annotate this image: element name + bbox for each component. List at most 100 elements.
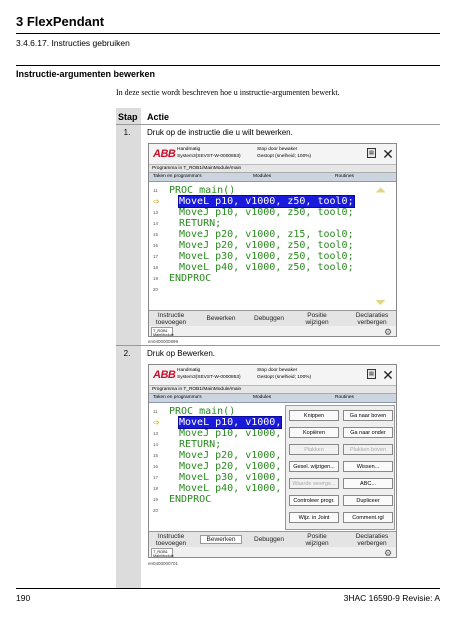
code-line-selected[interactable]: MoveL p10, v1000, z50, tool0; [178,195,355,208]
mode-label: Handmatig [177,368,201,373]
code-line[interactable]: MoveL p30, v1000, [179,472,281,483]
code-line[interactable]: MoveJ p20, v1000, [179,450,281,461]
code-editor: 11 ➩ 13 14 15 16 17 18 19 20 PROC main()… [149,183,396,317]
close-icon[interactable]: ✕ [380,146,396,162]
abc-button[interactable]: ABC... [343,478,393,489]
task-tab[interactable]: T_ROB1 MainModule [151,327,174,336]
program-pointer-icon: ➩ [153,197,160,206]
add-instruction-button[interactable]: Instructie toevoegen [151,533,191,547]
gear-icon[interactable]: ⚙ [381,327,395,336]
gear-icon[interactable]: ⚙ [381,548,395,557]
code-line[interactable]: RETURN; [179,439,221,450]
cut-button[interactable]: Knippen [289,410,339,421]
check-program-button[interactable]: Controleer progr. [289,495,339,506]
code-line[interactable]: MoveJ p10, v1000, [179,428,281,439]
program-path: Programma in T_ROB1/MainModule/main [149,165,396,173]
section-intro: In deze sectie wordt beschreven hoe u in… [116,88,340,97]
header-rule [16,33,440,34]
code-line[interactable]: RETURN; [179,218,221,229]
code-line[interactable]: PROC main() [169,406,235,417]
duplicate-button[interactable]: Dupliceer [343,495,393,506]
quickset-icon[interactable]: ▤ [367,148,376,158]
delete-button[interactable]: Wissen... [343,461,393,472]
system-label: System3(SEVST-W-0000853) [177,375,241,380]
abb-logo: ABB [153,369,176,381]
code-line[interactable]: ENDPROC [169,273,211,284]
line-number: 19 [153,497,159,502]
go-to-top-button[interactable]: Ga naar boven [343,410,393,421]
code-line[interactable]: MoveJ p20, v1000, z50, tool0; [179,240,354,251]
command-bar: Instructie toevoegen Bewerken Debuggen P… [149,531,396,547]
line-number: 14 [153,221,159,226]
change-selected-button[interactable]: Gesel. wijzigen... [289,461,339,472]
code-line[interactable]: MoveJ p10, v1000, z50, tool0; [179,207,354,218]
line-number: 11 [153,409,158,414]
line-number: 14 [153,442,159,447]
code-line[interactable]: ENDPROC [169,494,211,505]
line-number: 16 [153,243,159,248]
paste-button[interactable]: Plakken [289,444,339,455]
scroll-down-icon[interactable]: ⏷ [375,295,386,309]
menu-routines[interactable]: Routines [335,395,354,400]
copy-button[interactable]: Kopiëren [289,427,339,438]
menu-tasks[interactable]: Taken en programma's [153,174,202,179]
change-to-joint-button[interactable]: Wijz. in Joint [289,512,339,523]
modify-position-button[interactable]: Positie wijzigen [297,533,337,547]
code-line[interactable]: MoveJ p20, v1000, z15, tool0; [179,229,354,240]
chapter-title: 3 FlexPendant [16,14,105,29]
step-text: Druk op Bewerken. [147,349,216,358]
task-tab[interactable]: T_ROB1 MainModule [151,548,174,557]
state-label: Stop door bewaker [257,147,298,152]
menu-modules[interactable]: Modules [253,174,271,179]
line-number: 11 [153,188,158,193]
comment-line-button[interactable]: Comment.rgl [343,512,393,523]
program-pointer-icon: ➩ [153,418,160,427]
section-rule [16,65,440,66]
line-number: 20 [153,508,159,513]
hide-declarations-button[interactable]: Declaraties verbergen [349,312,395,326]
menu-modules[interactable]: Modules [253,395,271,400]
figure-id: en0400000899 [148,339,179,344]
system-label: System3(SEVST-W-0000853) [177,154,241,159]
debug-button[interactable]: Debuggen [249,315,289,322]
command-bar: Instructie toevoegen Bewerken Debuggen P… [149,310,396,326]
show-value-button[interactable]: Waarde weerge... [289,478,339,489]
page-number: 190 [16,593,31,603]
table-header-step: Stap [118,112,138,122]
line-number: 20 [153,287,159,292]
speed-label: Gestopt (snelheid; 100%) [257,375,312,380]
mode-label: Handmatig [177,147,201,152]
menu-tasks[interactable]: Taken en programma's [153,395,202,400]
step-rule [116,345,440,346]
status-bar: ABB Handmatig System3(SEVST-W-0000853) S… [149,144,396,165]
add-instruction-button[interactable]: Instructie toevoegen [151,312,191,326]
flexpendant-screenshot-2: ABB Handmatig System3(SEVST-W-0000853) S… [148,364,397,558]
document-id: 3HAC 16590-9 Revisie: A [343,593,440,603]
close-icon[interactable]: ✕ [380,367,396,383]
menu-routines[interactable]: Routines [335,174,354,179]
line-number: 17 [153,475,159,480]
line-number: 16 [153,464,159,469]
code-line-selected[interactable]: MoveL p10, v1000, [177,416,283,429]
step-number: 1. [123,128,131,137]
modify-position-button[interactable]: Positie wijzigen [297,312,337,326]
edit-button[interactable]: Bewerken [201,315,241,322]
task-bar: T_ROB1 MainModule ⚙ [149,547,396,557]
edit-button[interactable]: Bewerken [200,535,242,544]
flexpendant-screenshot-1: ABB Handmatig System3(SEVST-W-0000853) S… [148,143,397,337]
code-line[interactable]: MoveJ p20, v1000, [179,461,281,472]
paste-above-button[interactable]: Plakken boven [343,444,393,455]
code-line[interactable]: MoveL p40, v1000, z50, tool0; [179,262,354,273]
hide-declarations-button[interactable]: Declaraties verbergen [349,533,395,547]
line-number: 18 [153,486,159,491]
debug-button[interactable]: Debuggen [249,536,289,543]
quickset-icon[interactable]: ▤ [367,369,376,379]
go-to-bottom-button[interactable]: Ga naar onder [343,427,393,438]
scroll-up-icon[interactable]: ⏶ [375,183,386,197]
code-line[interactable]: MoveL p40, v1000, [179,483,281,494]
code-line[interactable]: MoveL p30, v1000, z50, tool0; [179,251,354,262]
section-heading: Instructie-argumenten bewerken [16,69,156,79]
code-line[interactable]: PROC main() [169,185,235,196]
step-column-bg [116,108,141,588]
program-menu: Taken en programma's Modules Routines [149,173,396,182]
